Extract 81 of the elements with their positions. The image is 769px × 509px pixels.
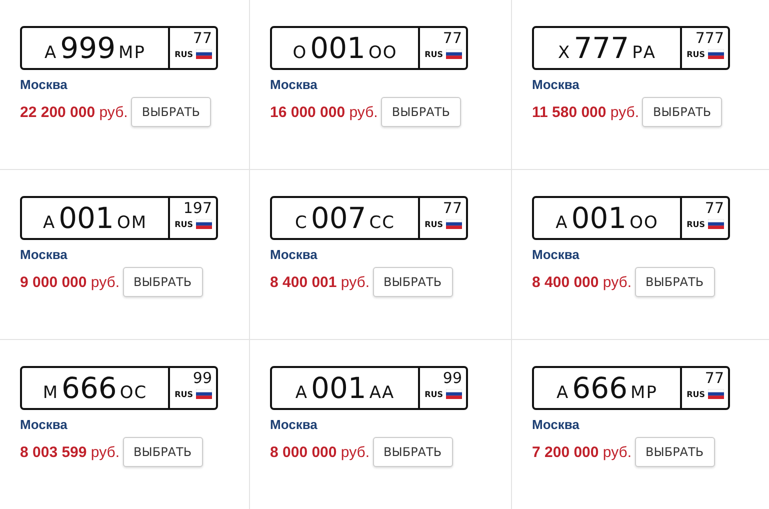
plate-number: 001 (310, 32, 366, 64)
plate-letter: М (42, 383, 59, 403)
city-label: Москва (270, 77, 318, 92)
price-text: 8 000 000 руб. (270, 444, 370, 460)
city-label: Москва (20, 417, 68, 432)
flag-icon (196, 49, 212, 59)
price-text: 8 003 599 руб. (20, 444, 120, 460)
city-label: Москва (20, 247, 68, 262)
country-code: RUS (174, 220, 193, 228)
flag-icon (446, 389, 462, 399)
plate-number: 999 (60, 32, 116, 64)
price-text: 11 580 000 руб. (532, 104, 640, 120)
select-button[interactable]: ВЫБРАТЬ (634, 267, 715, 297)
city-label: Москва (270, 417, 318, 432)
select-button[interactable]: ВЫБРАТЬ (634, 437, 715, 467)
plate-number: 666 (62, 372, 117, 404)
plate-letters: ОО (630, 213, 658, 233)
plate-letters: ОМ (116, 213, 148, 233)
region-code: 77 (442, 200, 462, 217)
flag-icon (446, 219, 462, 229)
region-code: 99 (442, 370, 462, 387)
plate-letter: А (44, 43, 58, 63)
region-code: 777 (695, 30, 724, 47)
select-button[interactable]: ВЫБРАТЬ (372, 437, 453, 467)
plate-letters: ОС (120, 383, 148, 403)
plate-number: 001 (58, 202, 114, 234)
plate-number: 001 (311, 372, 366, 404)
plate-letters: СС (369, 213, 395, 233)
select-button[interactable]: ВЫБРАТЬ (122, 267, 203, 297)
region-code: 77 (192, 30, 212, 47)
plate-letter: О (292, 43, 308, 63)
country-code: RUS (686, 220, 705, 228)
flag-icon (196, 389, 212, 399)
plate-letters: МР (630, 383, 658, 403)
country-code: RUS (174, 390, 193, 398)
country-code: RUS (174, 50, 193, 58)
plate-letter: А (556, 383, 570, 403)
plate-letter: Х (558, 43, 571, 63)
region-code: 99 (192, 370, 212, 387)
plate-number: 666 (572, 372, 628, 404)
flag-icon (708, 219, 724, 229)
country-code: RUS (424, 390, 443, 398)
region-code: 77 (704, 370, 724, 387)
price-text: 7 200 000 руб. (532, 444, 632, 460)
region-code: 77 (442, 30, 462, 47)
plate-letter: А (42, 213, 56, 233)
flag-icon (708, 389, 724, 399)
plate-letters: ОО (368, 43, 398, 63)
city-label: Москва (20, 77, 68, 92)
country-code: RUS (424, 220, 443, 228)
plate-number: 001 (571, 202, 627, 234)
city-label: Москва (532, 417, 580, 432)
plate-letter: А (295, 383, 308, 403)
plate-letters: РА (632, 43, 656, 63)
region-code: 77 (704, 200, 724, 217)
country-code: RUS (686, 390, 705, 398)
price-text: 22 200 000 руб. (20, 104, 128, 120)
price-text: 8 400 000 руб. (532, 274, 632, 290)
plate-letters: МР (118, 43, 146, 63)
plate-number: 007 (310, 202, 366, 234)
plate-letters: АА (369, 383, 395, 403)
city-label: Москва (270, 247, 318, 262)
plate-letter: С (295, 213, 308, 233)
plate-letter: А (556, 213, 568, 233)
select-button[interactable]: ВЫБРАТЬ (380, 97, 461, 127)
flag-icon (446, 49, 462, 59)
country-code: RUS (424, 50, 443, 58)
price-text: 16 000 000 руб. (270, 104, 378, 120)
city-label: Москва (532, 77, 580, 92)
select-button[interactable]: ВЫБРАТЬ (130, 97, 211, 127)
flag-icon (708, 49, 724, 59)
select-button[interactable]: ВЫБРАТЬ (642, 97, 722, 127)
country-code: RUS (686, 50, 705, 58)
flag-icon (196, 219, 212, 229)
region-code: 197 (183, 200, 212, 217)
price-text: 8 400 001 руб. (270, 274, 370, 290)
price-text: 9 000 000 руб. (20, 274, 120, 290)
select-button[interactable]: ВЫБРАТЬ (122, 437, 203, 467)
plate-number: 777 (574, 32, 630, 64)
select-button[interactable]: ВЫБРАТЬ (372, 267, 453, 297)
city-label: Москва (532, 247, 580, 262)
